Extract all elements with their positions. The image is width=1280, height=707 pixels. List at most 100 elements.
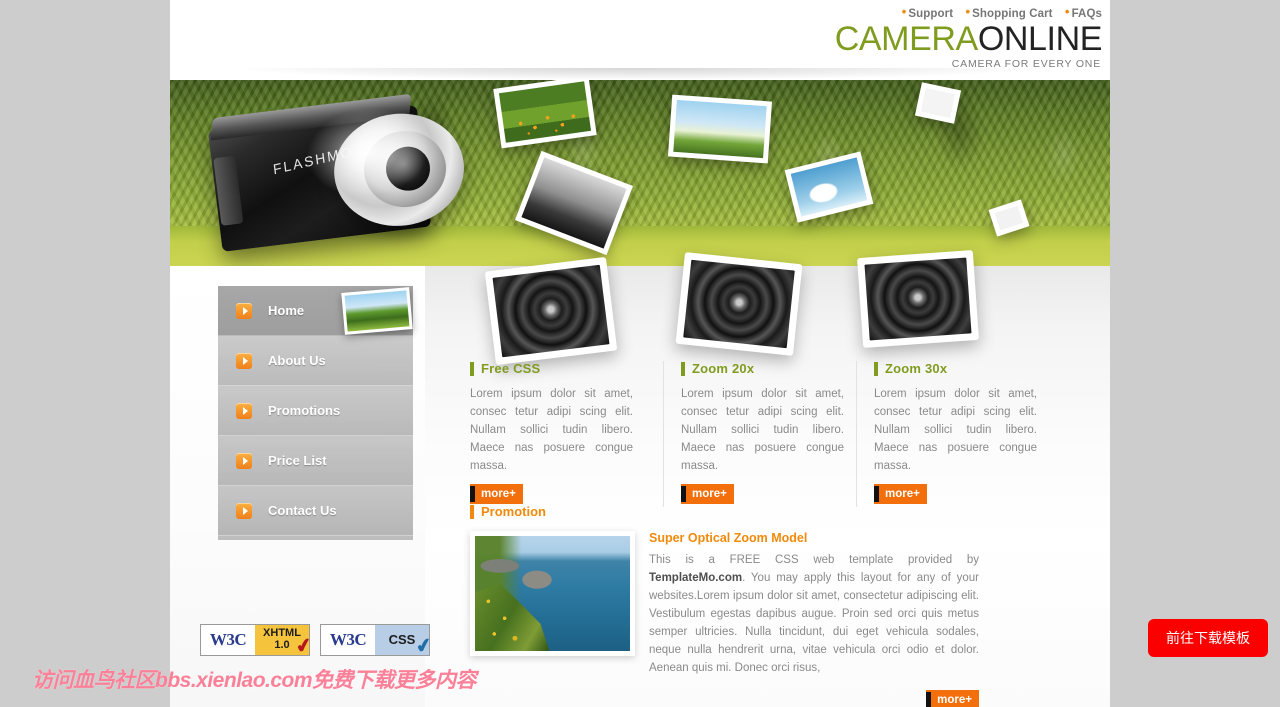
more-button-label: more+	[692, 488, 727, 500]
heading-accent-bar	[681, 361, 685, 376]
photo-image	[864, 257, 972, 341]
feature-column-free-css: Free CSS Lorem ipsum dolor sit amet, con…	[470, 361, 657, 507]
feature-columns: Free CSS Lorem ipsum dolor sit amet, con…	[470, 361, 1090, 507]
sidebar-item-label: Price List	[268, 453, 327, 468]
bullet-icon: •	[1064, 4, 1070, 19]
chevron-right-icon	[236, 402, 252, 419]
site-logo[interactable]: CAMERAONLINE CAMERA FOR EVERY ONE	[834, 20, 1103, 70]
photo-image	[344, 290, 410, 332]
photo-image	[492, 264, 610, 358]
heading-accent-bar	[470, 361, 474, 376]
sidebar-item-about-us[interactable]: About Us	[218, 336, 413, 386]
header-shadow	[240, 68, 1030, 80]
camera-product-image: FLASHMO	[205, 80, 524, 266]
feature-column-zoom-30x: Zoom 30x Lorem ipsum dolor sit amet, con…	[856, 361, 1043, 507]
w3c-xhtml-badge[interactable]: W3C XHTML 1.0 ✔	[200, 624, 314, 658]
more-button[interactable]: more+	[470, 484, 523, 504]
validation-badges: W3C XHTML 1.0 ✔ W3C CSS ✔	[200, 624, 434, 658]
heading-accent-bar	[874, 361, 878, 376]
main-content-area: Home About Us Promotions Price List Cont…	[170, 250, 1110, 707]
photo-image	[673, 99, 767, 159]
sidebar-item-promotions[interactable]: Promotions	[218, 386, 413, 436]
column-body-text: Lorem ipsum dolor sit amet, consec tetur…	[470, 388, 633, 472]
hero-banner: FLASHMO	[170, 80, 1110, 266]
feature-column-zoom-20x: Zoom 20x Lorem ipsum dolor sit amet, con…	[663, 361, 850, 507]
photo-foreground-vegetation	[475, 583, 550, 651]
sidebar-item-label: Home	[268, 303, 305, 318]
photo-image	[790, 157, 868, 217]
promotion-more-wrapper: more+	[649, 681, 979, 707]
topnav-item-support[interactable]: • Support	[902, 4, 953, 20]
promotion-text-block: Super Optical Zoom Model This is a FREE …	[649, 531, 979, 707]
flying-photo-landscape	[667, 94, 773, 164]
sidebar-navigation: Home About Us Promotions Price List Cont…	[218, 286, 413, 540]
more-button-label: more+	[481, 488, 516, 500]
column-heading: Zoom 30x	[874, 361, 1043, 376]
promotion-body-post: . You may apply this layout for any of y…	[649, 572, 979, 674]
page-root: • Support • Shopping Cart • FAQs CAMERAONLI…	[0, 0, 1280, 707]
promotion-body-pre: This is a FREE CSS web template provided…	[649, 554, 979, 566]
topnav-link-shopping-cart[interactable]: Shopping Cart	[972, 8, 1053, 20]
logo-text-camera: CAMERA	[834, 20, 978, 58]
column-title: Free CSS	[481, 361, 541, 376]
chevron-right-icon	[236, 452, 252, 469]
sidebar-item-contact-us[interactable]: Contact Us	[218, 486, 413, 536]
sidebar-item-label: About Us	[268, 353, 326, 368]
sidebar-thumbnail-photo	[341, 287, 413, 335]
chevron-right-icon	[236, 302, 252, 319]
sidebar-item-price-list[interactable]: Price List	[218, 436, 413, 486]
badge-kind-line1: CSS	[388, 632, 416, 648]
check-icon: ✔	[294, 634, 315, 659]
more-button[interactable]: more+	[874, 484, 927, 504]
chevron-right-icon	[236, 502, 252, 519]
photo-image	[994, 205, 1024, 231]
sidebar-item-home[interactable]: Home	[218, 286, 413, 336]
site-header: • Support • Shopping Cart • FAQs CAMERAONLI…	[170, 0, 1110, 82]
sidebar-item-label: Contact Us	[268, 503, 337, 518]
bullet-icon: •	[901, 4, 907, 19]
logo-wordmark: CAMERAONLINE	[834, 20, 1103, 58]
column-body-text: Lorem ipsum dolor sit amet, consec tetur…	[874, 388, 1037, 472]
more-button[interactable]: more+	[681, 484, 734, 504]
promotion-section-title: Promotion	[481, 504, 546, 519]
photo-image	[475, 536, 630, 651]
bullet-icon: •	[965, 4, 971, 19]
w3c-css-badge[interactable]: W3C CSS ✔	[320, 624, 434, 658]
button-accent-bar	[874, 486, 879, 502]
topnav-item-shopping-cart[interactable]: • Shopping Cart	[965, 4, 1052, 20]
logo-text-online: ONLINE	[977, 20, 1103, 58]
promotion-item-title: Super Optical Zoom Model	[649, 531, 808, 545]
lens-photo-two	[675, 252, 803, 356]
lens-photo-one	[484, 256, 618, 366]
column-heading: Free CSS	[470, 361, 657, 376]
photo-image	[498, 81, 592, 143]
w3c-logo-icon: W3C	[321, 625, 375, 655]
promotion-row: Super Optical Zoom Model This is a FREE …	[470, 531, 1090, 707]
promotion-image	[470, 531, 635, 656]
promotion-heading: Promotion	[470, 504, 1090, 519]
watermark-text: 访问血鸟社区bbs.xienlao.com免费下载更多内容	[32, 669, 477, 692]
promotion-body-text: This is a FREE CSS web template provided…	[649, 551, 979, 677]
column-heading: Zoom 20x	[681, 361, 850, 376]
topnav-link-faqs[interactable]: FAQs	[1072, 8, 1102, 20]
promotion-body-link[interactable]: TemplateMo.com	[649, 572, 742, 584]
column-title: Zoom 20x	[692, 361, 755, 376]
lens-photo-three	[857, 250, 979, 348]
promotion-section: Promotion Super Optical Zoom Model This …	[470, 504, 1090, 707]
button-accent-bar	[681, 486, 686, 502]
chevron-right-icon	[236, 352, 252, 369]
photo-image	[683, 259, 795, 349]
column-title: Zoom 30x	[885, 361, 948, 376]
more-button-label: more+	[937, 694, 972, 706]
sidebar-item-label: Promotions	[268, 403, 341, 418]
topnav-link-support[interactable]: Support	[908, 8, 953, 20]
button-accent-bar	[926, 692, 932, 707]
download-template-button[interactable]: 前往下载模板	[1148, 619, 1268, 657]
w3c-logo-icon: W3C	[201, 625, 255, 655]
promotion-more-button[interactable]: more+	[926, 690, 979, 707]
photo-image	[920, 88, 956, 118]
column-body-text: Lorem ipsum dolor sit amet, consec tetur…	[681, 388, 844, 472]
heading-accent-bar	[470, 504, 474, 519]
topnav-item-faqs[interactable]: • FAQs	[1065, 4, 1102, 20]
more-button-label: more+	[885, 488, 920, 500]
